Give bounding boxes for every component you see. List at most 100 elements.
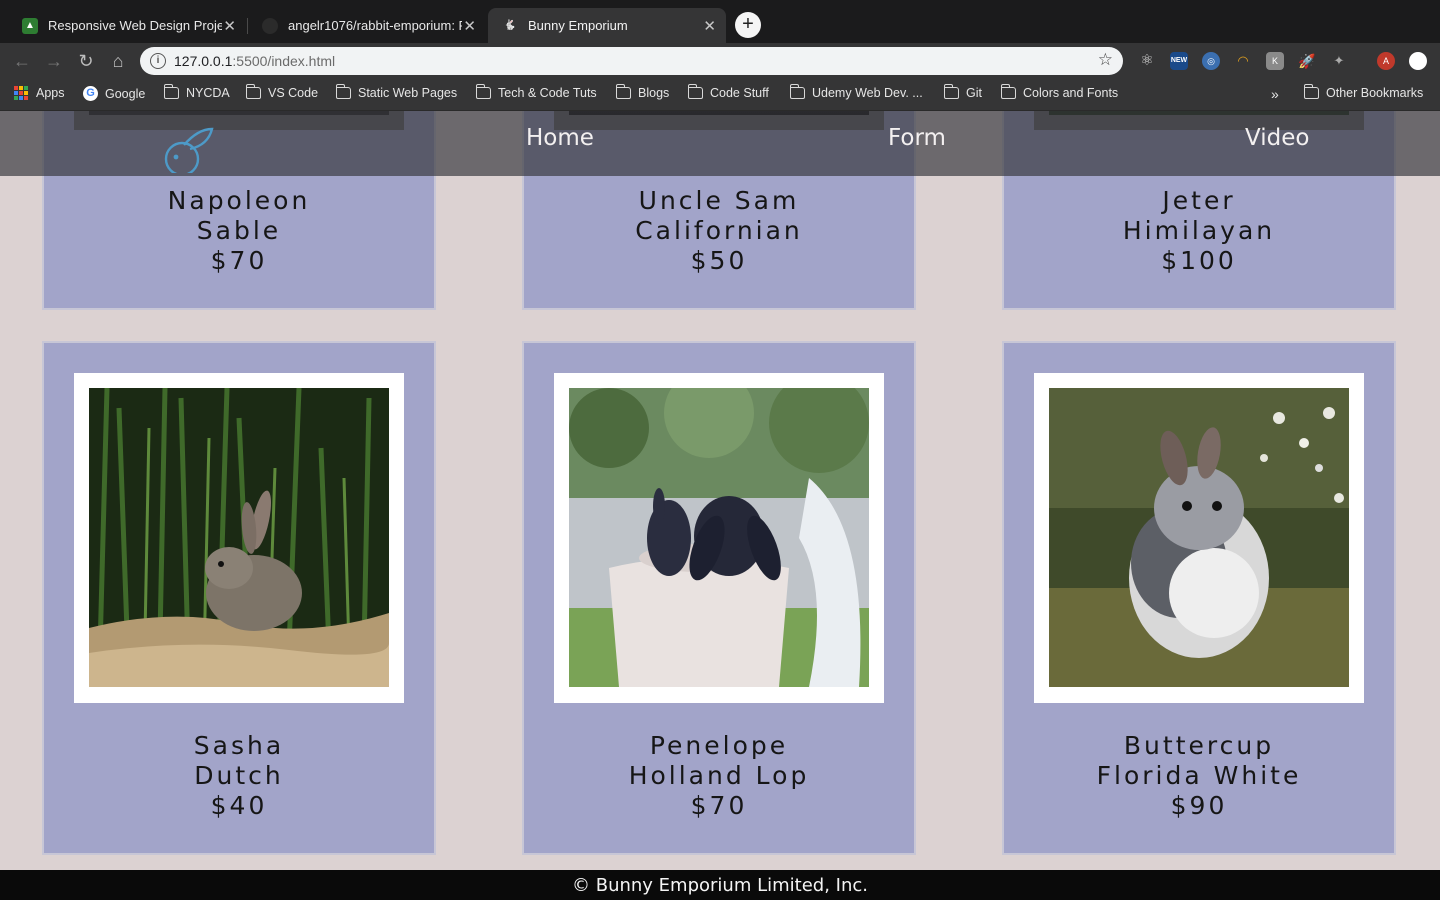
circle-extension-icon[interactable]: ◎ bbox=[1202, 52, 1220, 70]
bookmark-apps[interactable]: Apps bbox=[14, 86, 65, 100]
bunny-icon: 🐇 bbox=[503, 20, 517, 31]
bookmark-label: Other Bookmarks bbox=[1326, 86, 1424, 100]
rabbit-info: Jeter Himilayan $100 bbox=[1004, 186, 1394, 276]
photo-frame bbox=[554, 373, 884, 703]
bookmark-git[interactable]: Git bbox=[943, 84, 982, 100]
bookmark-other[interactable]: Other Bookmarks bbox=[1303, 84, 1424, 100]
rabbit-info: Penelope Holland Lop $70 bbox=[524, 731, 914, 821]
rabbit-info: Napoleon Sable $70 bbox=[44, 186, 434, 276]
tab-title: Bunny Emporium bbox=[528, 18, 628, 33]
page-viewport: Napoleon Sable $70 Uncle Sam Californian… bbox=[0, 111, 1440, 900]
photo-frame bbox=[1034, 373, 1364, 703]
nav-link-form[interactable]: Form bbox=[888, 125, 946, 151]
rabbit-name: Uncle Sam bbox=[638, 186, 800, 215]
close-icon[interactable]: ✕ bbox=[223, 17, 236, 35]
folder-icon bbox=[789, 84, 805, 99]
rabbit-breed: Dutch bbox=[194, 761, 284, 790]
rabbit-price: $90 bbox=[1170, 791, 1228, 820]
profile-avatar[interactable]: A bbox=[1377, 52, 1395, 70]
folder-icon bbox=[1000, 84, 1016, 99]
bookmark-label: Blogs bbox=[638, 86, 670, 100]
google-icon: G bbox=[83, 86, 98, 101]
rocket-extension-icon[interactable]: 🚀 bbox=[1298, 52, 1316, 70]
bookmark-star-icon[interactable]: ☆ bbox=[1098, 50, 1113, 70]
bookmark-udemy[interactable]: Udemy Web Dev. ... bbox=[789, 84, 923, 100]
rabbit-card[interactable]: Sasha Dutch $40 bbox=[42, 341, 436, 855]
home-icon[interactable]: ⌂ bbox=[106, 49, 130, 73]
bunny-logo-icon[interactable] bbox=[160, 119, 220, 173]
rabbit-breed: Sable bbox=[196, 216, 282, 245]
more-bookmarks-chevron-icon[interactable]: » bbox=[1271, 86, 1279, 102]
bookmark-blogs[interactable]: Blogs bbox=[615, 84, 670, 100]
rabbit-price: $70 bbox=[690, 791, 748, 820]
url-text: 127.0.0.1:5500/index.html bbox=[174, 53, 335, 69]
tab-title: angelr1076/rabbit-emporium: P bbox=[288, 18, 462, 33]
apps-grid-icon bbox=[14, 86, 28, 100]
k-extension-icon[interactable]: K bbox=[1266, 52, 1284, 70]
folder-icon bbox=[687, 84, 703, 99]
react-devtools-icon[interactable]: ⚛ bbox=[1138, 52, 1156, 70]
reload-icon[interactable]: ↻ bbox=[74, 49, 98, 73]
rabbit-card[interactable]: Penelope Holland Lop $70 bbox=[522, 341, 916, 855]
bookmark-nycda[interactable]: NYCDA bbox=[163, 84, 230, 100]
back-arrow-icon[interactable]: ← bbox=[10, 49, 34, 73]
new-tab-button[interactable]: + bbox=[735, 12, 761, 38]
bookmark-google[interactable]: G Google bbox=[83, 86, 145, 101]
bookmarks-bar: Apps G Google NYCDA VS Code Static Web Pa… bbox=[0, 79, 1440, 111]
close-icon[interactable]: ✕ bbox=[703, 17, 716, 35]
folder-icon bbox=[163, 84, 179, 99]
nav-link-home[interactable]: Home bbox=[526, 125, 594, 151]
folder-icon bbox=[943, 84, 959, 99]
close-icon[interactable]: ✕ bbox=[463, 17, 476, 35]
rabbit-card[interactable]: Buttercup Florida White $90 bbox=[1002, 341, 1396, 855]
bookmark-label: Code Stuff bbox=[710, 86, 769, 100]
bookmark-label: Colors and Fonts bbox=[1023, 86, 1119, 100]
rabbit-name: Jeter bbox=[1162, 186, 1236, 215]
folder-icon bbox=[615, 84, 631, 99]
bookmark-static-web-pages[interactable]: Static Web Pages bbox=[335, 84, 457, 100]
puzzle-extension-icon[interactable]: ✦ bbox=[1330, 52, 1348, 70]
browser-tab-bunny-emporium[interactable]: 🐇 Bunny Emporium ✕ bbox=[488, 8, 726, 43]
folder-icon bbox=[475, 84, 491, 99]
bookmark-label: Git bbox=[966, 86, 982, 100]
bookmark-label: NYCDA bbox=[186, 86, 230, 100]
rabbit-photo bbox=[89, 388, 389, 687]
forward-arrow-icon[interactable]: → bbox=[42, 49, 66, 73]
bookmark-tech-code-tuts[interactable]: Tech & Code Tuts bbox=[475, 84, 597, 100]
nav-link-video[interactable]: Video bbox=[1245, 125, 1309, 151]
rabbit-info: Sasha Dutch $40 bbox=[44, 731, 434, 821]
browser-tab-github[interactable]: angelr1076/rabbit-emporium: P ✕ bbox=[248, 8, 486, 43]
browser-tab-fcc[interactable]: ▲ Responsive Web Design Projec ✕ bbox=[8, 8, 246, 43]
rabbit-photo bbox=[569, 388, 869, 687]
rabbit-breed: Florida White bbox=[1096, 761, 1302, 790]
bookmark-label: Udemy Web Dev. ... bbox=[812, 86, 923, 100]
rainbow-extension-icon[interactable]: ◠ bbox=[1234, 52, 1252, 70]
photo-frame bbox=[74, 373, 404, 703]
site-footer: © Bunny Emporium Limited, Inc. bbox=[0, 870, 1440, 900]
bookmark-label: Tech & Code Tuts bbox=[498, 86, 597, 100]
bookmark-colors-fonts[interactable]: Colors and Fonts bbox=[1000, 84, 1119, 100]
rabbit-price: $50 bbox=[690, 246, 748, 275]
bookmark-code-stuff[interactable]: Code Stuff bbox=[687, 84, 769, 100]
rabbit-photo bbox=[1049, 388, 1349, 687]
info-icon[interactable]: i bbox=[150, 53, 166, 69]
tab-title: Responsive Web Design Projec bbox=[48, 18, 222, 33]
rabbit-name: Buttercup bbox=[1123, 731, 1275, 760]
folder-icon bbox=[1303, 84, 1319, 99]
folder-icon bbox=[335, 84, 351, 99]
fcc-icon: ▲ bbox=[22, 17, 38, 34]
rabbit-name: Sasha bbox=[193, 731, 285, 760]
rabbit-photo-image bbox=[89, 388, 389, 687]
address-bar[interactable]: i 127.0.0.1:5500/index.html ☆ bbox=[140, 47, 1123, 75]
rabbit-price: $40 bbox=[210, 791, 268, 820]
menu-dot-icon[interactable] bbox=[1409, 52, 1427, 70]
folder-icon bbox=[245, 84, 261, 99]
rabbit-info: Uncle Sam Californian $50 bbox=[524, 186, 914, 276]
new-extension-icon[interactable]: NEW bbox=[1170, 52, 1188, 70]
footer-copyright: © Bunny Emporium Limited, Inc. bbox=[572, 875, 868, 896]
rabbit-name: Penelope bbox=[649, 731, 789, 760]
rabbit-photo-image bbox=[569, 388, 869, 687]
github-icon bbox=[262, 17, 278, 34]
rabbit-breed: Himilayan bbox=[1122, 216, 1276, 245]
bookmark-vs-code[interactable]: VS Code bbox=[245, 84, 318, 100]
